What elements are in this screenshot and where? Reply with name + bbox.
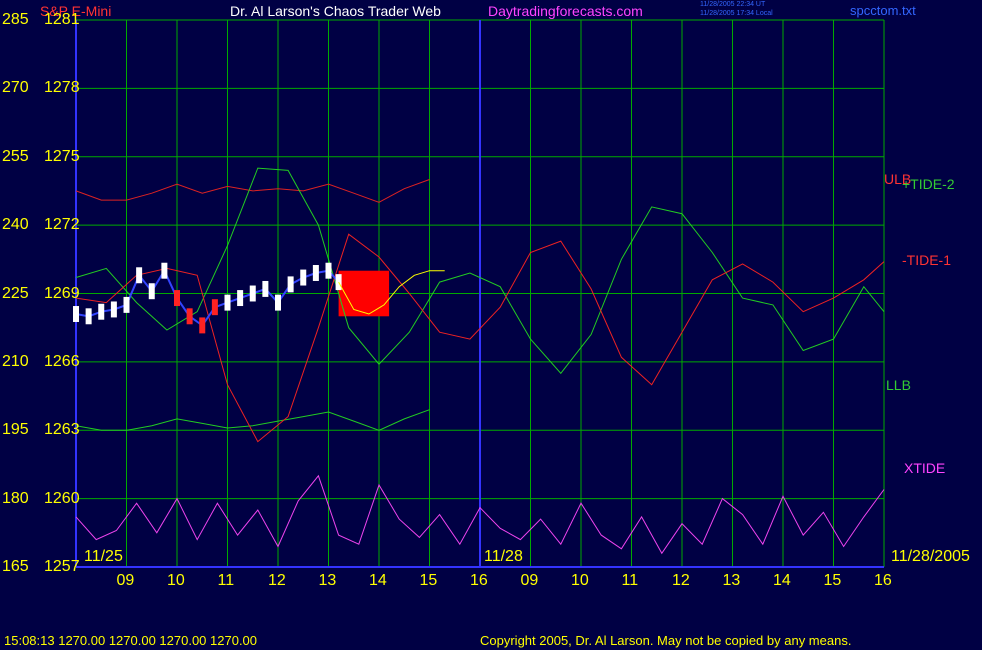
price-bar bbox=[85, 308, 92, 325]
x-tick-label: 10 bbox=[571, 572, 589, 589]
y-label-price: 1266 bbox=[44, 352, 80, 370]
forecast-box bbox=[338, 270, 390, 317]
site-link[interactable]: Daytradingforecasts.com bbox=[488, 4, 643, 18]
x-tick-label: 15 bbox=[823, 572, 842, 589]
price-bar bbox=[224, 294, 231, 311]
y-label-price: 1257 bbox=[44, 558, 80, 575]
price-bar bbox=[186, 308, 193, 325]
x-tick-label: 09 bbox=[116, 572, 135, 589]
series-label-tide1: -TIDE-1 bbox=[902, 252, 951, 268]
price-bar bbox=[275, 294, 281, 311]
date-label-end: 11/28/2005 bbox=[891, 548, 970, 565]
price-bar bbox=[73, 306, 79, 322]
price-bar bbox=[262, 280, 269, 297]
y-label-price: 1269 bbox=[44, 284, 80, 302]
price-bar bbox=[237, 290, 244, 307]
y-label-indicator: 240 bbox=[2, 216, 29, 234]
timestamp-ut: 11/28/2005 22:34 UT bbox=[700, 1, 766, 8]
y-label-indicator: 285 bbox=[2, 11, 29, 28]
x-tick-label: 11 bbox=[217, 572, 235, 589]
y-label-price: 1278 bbox=[44, 79, 80, 97]
date-label-mid: 11/28 bbox=[484, 548, 523, 565]
x-tick-label: 16 bbox=[470, 572, 488, 589]
chart-title: Dr. Al Larson's Chaos Trader Web bbox=[230, 3, 441, 19]
y-label-indicator: 270 bbox=[2, 79, 29, 97]
y-label-price: 1272 bbox=[44, 216, 80, 234]
y-label-price: 1281 bbox=[44, 11, 80, 28]
x-tick-label: 14 bbox=[369, 572, 387, 589]
x-tick-label: 09 bbox=[520, 572, 539, 589]
series-label-xtide: XTIDE bbox=[904, 460, 946, 476]
source-file-label: spcctom.txt bbox=[850, 3, 916, 18]
price-bar bbox=[211, 299, 218, 316]
x-tick-label: 11 bbox=[621, 572, 639, 589]
x-tick-label: 13 bbox=[722, 572, 741, 589]
y-label-indicator: 195 bbox=[2, 421, 29, 439]
y-label-price: 1275 bbox=[44, 147, 80, 165]
x-tick-label: 12 bbox=[672, 572, 690, 589]
x-tick-label: 16 bbox=[874, 572, 892, 589]
price-bar bbox=[199, 317, 206, 334]
x-tick-label: 13 bbox=[318, 572, 337, 589]
price-bar bbox=[98, 303, 105, 320]
price-bar bbox=[300, 269, 307, 286]
y-label-indicator: 255 bbox=[2, 147, 29, 165]
price-bar bbox=[287, 276, 294, 293]
quote-readout: 15:08:13 1270.00 1270.00 1270.00 1270.00 bbox=[4, 633, 258, 648]
x-tick-label: 14 bbox=[773, 572, 791, 589]
price-bar bbox=[148, 283, 155, 300]
date-label-start: 11/25 bbox=[84, 548, 123, 565]
series-label-llb: LLB bbox=[886, 377, 911, 393]
y-label-indicator: 210 bbox=[2, 352, 29, 370]
x-tick-label: 12 bbox=[268, 572, 286, 589]
timestamp-local: 11/28/2005 17:34 Local bbox=[700, 10, 773, 17]
series-label-tide2: +TIDE-2 bbox=[902, 176, 955, 192]
price-bar bbox=[325, 262, 332, 279]
price-bar bbox=[312, 265, 319, 281]
price-bar bbox=[249, 285, 256, 302]
price-bar bbox=[136, 267, 143, 284]
price-bar bbox=[123, 296, 130, 313]
y-label-indicator: 165 bbox=[2, 558, 29, 575]
price-bar bbox=[174, 290, 180, 307]
y-label-indicator: 180 bbox=[2, 489, 29, 507]
y-label-price: 1260 bbox=[44, 489, 80, 507]
price-bar bbox=[110, 301, 117, 318]
y-label-price: 1263 bbox=[44, 421, 80, 439]
x-tick-label: 10 bbox=[167, 572, 185, 589]
price-bar bbox=[161, 262, 168, 279]
copyright-notice: Copyright 2005, Dr. Al Larson. May not b… bbox=[480, 633, 852, 648]
x-tick-label: 15 bbox=[419, 572, 438, 589]
y-label-indicator: 225 bbox=[2, 284, 29, 302]
